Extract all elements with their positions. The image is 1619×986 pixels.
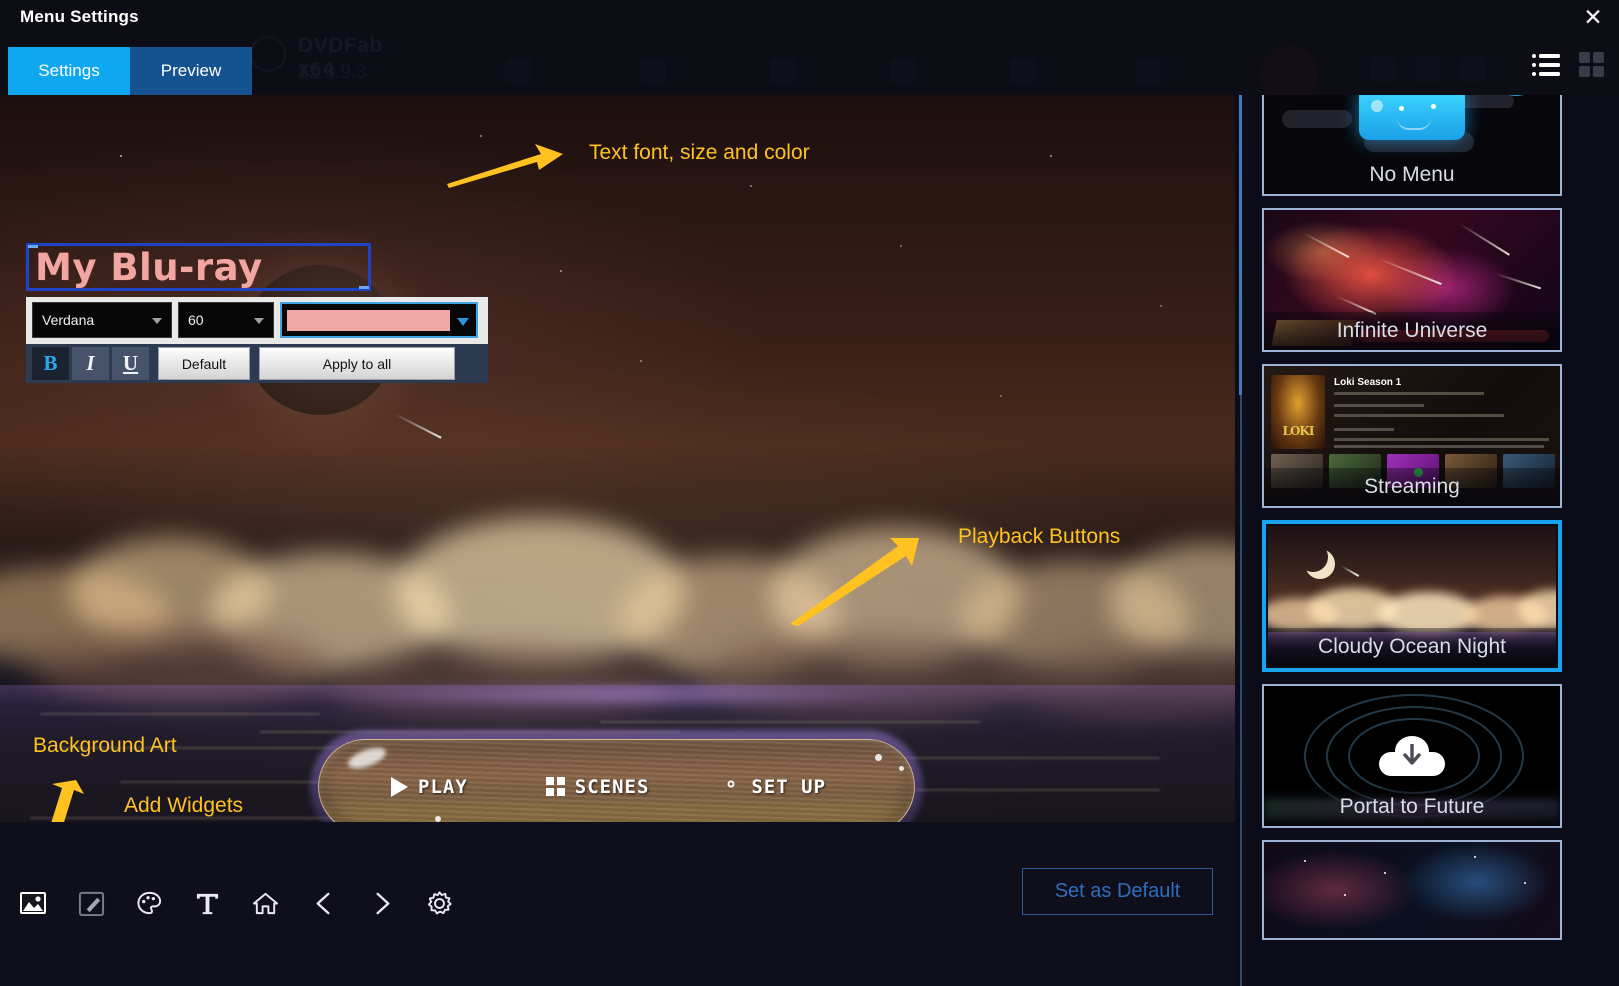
- playback-buttons-bar[interactable]: PLAY SCENES SET UP: [310, 730, 923, 822]
- tab-settings[interactable]: Settings: [8, 47, 130, 95]
- play-triangle-icon: [391, 776, 408, 797]
- watermark-app-name: DVDFab x64: [298, 34, 383, 81]
- template-label: Infinite Universe: [1264, 312, 1560, 350]
- cloud-download-icon: [1379, 736, 1445, 776]
- stream-title: Loki Season 1: [1334, 377, 1402, 388]
- template-thumbnail: Portal to Future: [1264, 686, 1560, 826]
- setup-button[interactable]: SET UP: [721, 774, 826, 799]
- play-button[interactable]: PLAY: [391, 776, 468, 798]
- font-family-value: Verdana: [42, 312, 95, 328]
- background-art-icon[interactable]: [18, 888, 48, 918]
- palette-icon[interactable]: [134, 888, 164, 918]
- edit-icon[interactable]: [76, 888, 106, 918]
- annotation-text-font: Text font, size and color: [589, 141, 810, 164]
- font-family-select[interactable]: Verdana: [32, 302, 172, 338]
- template-thumbnail: Infinite Universe: [1264, 210, 1560, 350]
- annotation-add-widgets: Add Widgets: [124, 794, 244, 817]
- italic-button[interactable]: I: [72, 347, 109, 380]
- chevron-down-icon: [152, 318, 162, 324]
- template-thumbnail: LOKI Loki Season 1 Streaming: [1264, 366, 1560, 506]
- chevron-down-icon: [457, 318, 469, 326]
- previous-icon[interactable]: [308, 888, 338, 918]
- settings-icon[interactable]: [424, 888, 454, 918]
- menu-preview-canvas[interactable]: My Blu-ray Verdana 60 B I U Default Appl…: [0, 95, 1235, 822]
- tab-preview[interactable]: Preview: [130, 47, 252, 95]
- disc-body: [1359, 95, 1465, 140]
- font-size-select[interactable]: 60: [178, 302, 274, 338]
- template-list: No Menu Infinite Universe LOKI Loki Seas…: [1262, 95, 1572, 952]
- template-thumbnail: Cloudy Ocean Night: [1268, 526, 1556, 666]
- font-toolbar: Verdana 60 B I U Default Apply to all: [26, 297, 488, 383]
- watermark-icons: [250, 28, 1500, 104]
- menu-title-textbox[interactable]: My Blu-ray: [26, 243, 371, 291]
- annotation-background-art: Background Art: [33, 734, 177, 757]
- home-icon[interactable]: [250, 888, 280, 918]
- watermark-logo: [250, 36, 286, 72]
- template-item-infinite-universe[interactable]: Infinite Universe: [1262, 208, 1562, 352]
- setup-label: SET UP: [751, 775, 827, 798]
- template-thumbnail: [1264, 842, 1560, 938]
- menu-settings-window: DVDFab x64 12.0.9.3 Menu Settings ✕ Sett…: [0, 0, 1619, 986]
- template-label: No Menu: [1264, 156, 1560, 194]
- template-label: Streaming: [1264, 468, 1560, 506]
- arrow-to-font-toolbar: [447, 144, 563, 188]
- menu-title-text[interactable]: My Blu-ray: [29, 246, 263, 289]
- scrollbar-thumb[interactable]: [1239, 95, 1242, 395]
- close-icon[interactable]: ✕: [1580, 6, 1606, 32]
- font-color-select[interactable]: [280, 302, 478, 338]
- template-item-streaming[interactable]: LOKI Loki Season 1 Streaming: [1262, 364, 1562, 508]
- tab-bar: Settings Preview: [8, 47, 252, 95]
- scenes-button[interactable]: SCENES: [545, 775, 650, 798]
- window-title: Menu Settings: [20, 7, 139, 26]
- galaxy-art: [1264, 842, 1560, 938]
- template-item-portal-to-future[interactable]: Portal to Future: [1262, 684, 1562, 828]
- chevron-down-icon: [254, 318, 264, 324]
- color-swatch: [287, 309, 450, 331]
- default-button[interactable]: Default: [158, 347, 250, 380]
- bold-button[interactable]: B: [32, 347, 69, 380]
- loki-logo: LOKI: [1282, 424, 1315, 438]
- view-mode-switcher: [1531, 52, 1609, 78]
- template-label: Cloudy Ocean Night: [1268, 628, 1556, 666]
- add-text-icon[interactable]: [192, 888, 222, 918]
- list-view-icon[interactable]: [1531, 52, 1561, 78]
- grid-view-icon[interactable]: [1579, 52, 1609, 78]
- crescent-moon-icon: [1298, 542, 1328, 572]
- playback-bar-highlight: [345, 743, 389, 773]
- gear-icon: [721, 774, 741, 799]
- playback-bar: PLAY SCENES SET UP: [318, 739, 915, 822]
- apply-to-all-button[interactable]: Apply to all: [259, 347, 455, 380]
- next-icon[interactable]: [366, 888, 396, 918]
- template-item-no-menu[interactable]: No Menu: [1262, 95, 1562, 196]
- annotation-playback-buttons: Playback Buttons: [958, 525, 1121, 548]
- play-label: PLAY: [418, 775, 468, 798]
- template-thumbnail: No Menu: [1264, 95, 1560, 194]
- scenes-label: SCENES: [574, 775, 650, 798]
- watermark-version: 12.0.9.3: [298, 62, 367, 83]
- template-item-cloudy-ocean-night[interactable]: Cloudy Ocean Night: [1262, 520, 1562, 672]
- template-label: Portal to Future: [1264, 788, 1560, 826]
- font-size-value: 60: [188, 312, 204, 328]
- underline-button[interactable]: U: [112, 347, 149, 380]
- template-sidebar[interactable]: No Menu Infinite Universe LOKI Loki Seas…: [1235, 95, 1619, 986]
- template-item-partial[interactable]: [1262, 840, 1562, 940]
- arrow-to-playback-buttons: [790, 538, 919, 626]
- editor-tools: [18, 888, 454, 918]
- grid-squares-icon: [545, 777, 565, 796]
- set-as-default-button[interactable]: Set as Default: [1022, 868, 1213, 915]
